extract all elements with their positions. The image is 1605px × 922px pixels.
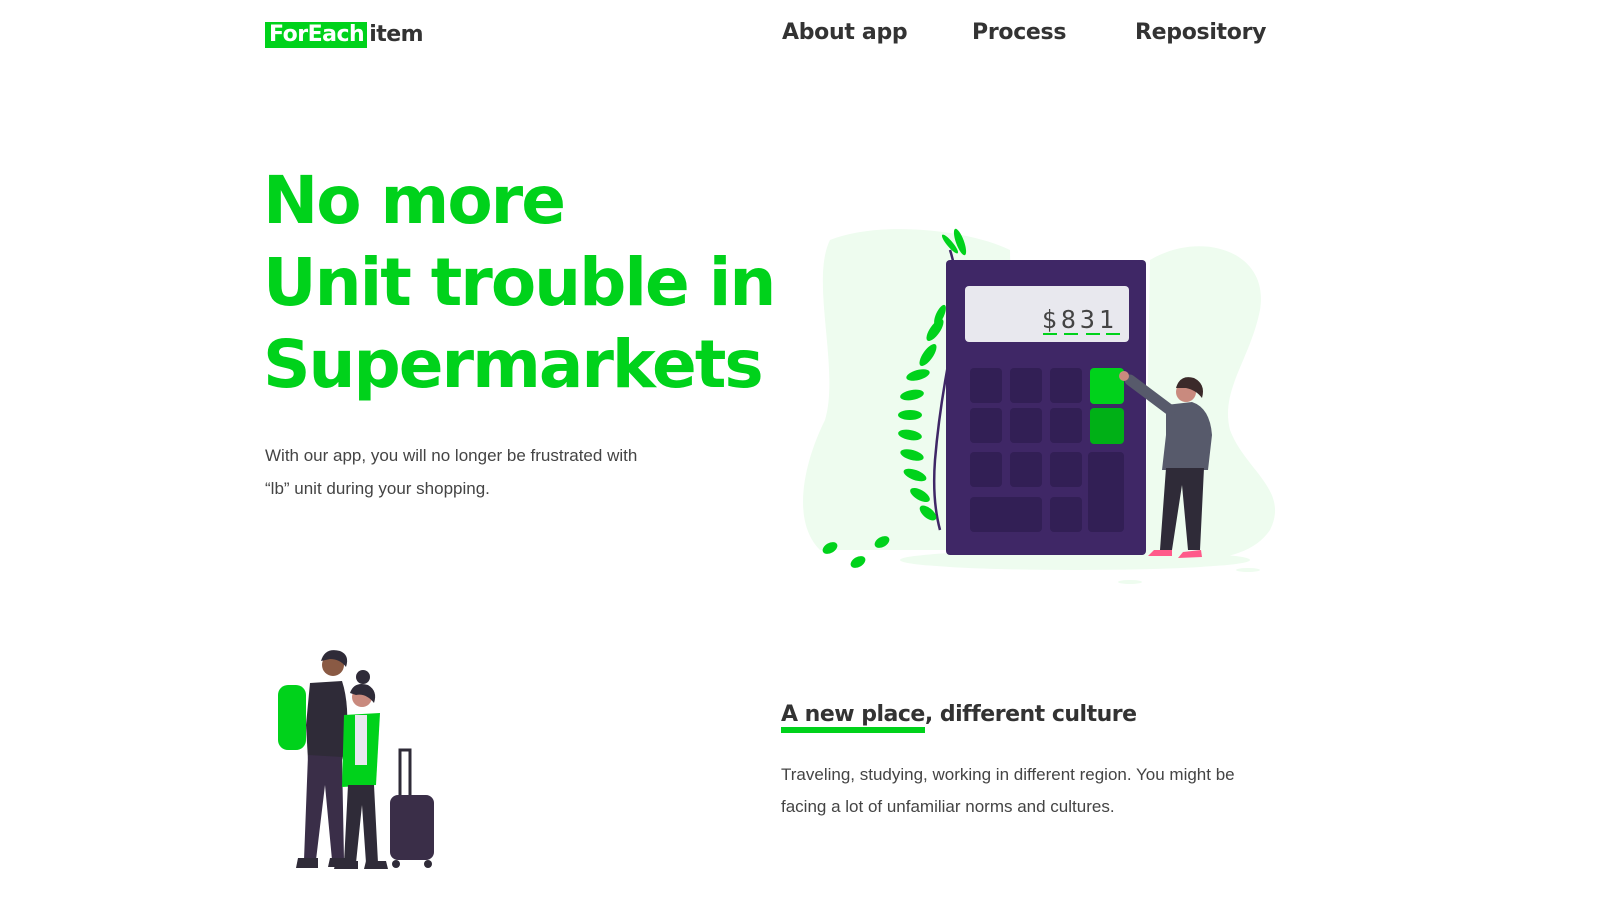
section-description: Traveling, studying, working in differen… (781, 759, 1301, 823)
calculator-display: $831 (1042, 305, 1118, 334)
page: ForEach item About app Process Repositor… (0, 0, 1605, 922)
hero-title-line: No more (263, 162, 566, 239)
travelers-illustration (278, 650, 434, 869)
hero-description-line: With our app, you will no longer be frus… (265, 446, 638, 465)
section-description-line: facing a lot of unfamiliar norms and cul… (781, 797, 1115, 816)
section-title: A new place, different culture (781, 700, 1137, 733)
hero-title-line: Unit trouble in (263, 244, 776, 321)
section-title-highlight: A new place (781, 700, 925, 733)
hero-description-line: “lb” unit during your shopping. (265, 479, 490, 498)
logo-text: item (369, 22, 424, 47)
nav-repository[interactable]: Repository (1135, 18, 1266, 48)
logo[interactable]: ForEach item (265, 22, 424, 48)
hero-title: No more Unit trouble in Supermarkets (263, 160, 776, 406)
hero-description: With our app, you will no longer be frus… (265, 439, 685, 505)
nav-process[interactable]: Process (972, 18, 1066, 48)
calculator-illustration: $831 (803, 228, 1276, 584)
hero-title-line: Supermarkets (263, 326, 764, 403)
logo-mark: ForEach (265, 22, 368, 48)
nav-about-app[interactable]: About app (782, 18, 908, 48)
section-title-rest: , different culture (924, 702, 1137, 727)
section-description-line: Traveling, studying, working in differen… (781, 765, 1235, 784)
